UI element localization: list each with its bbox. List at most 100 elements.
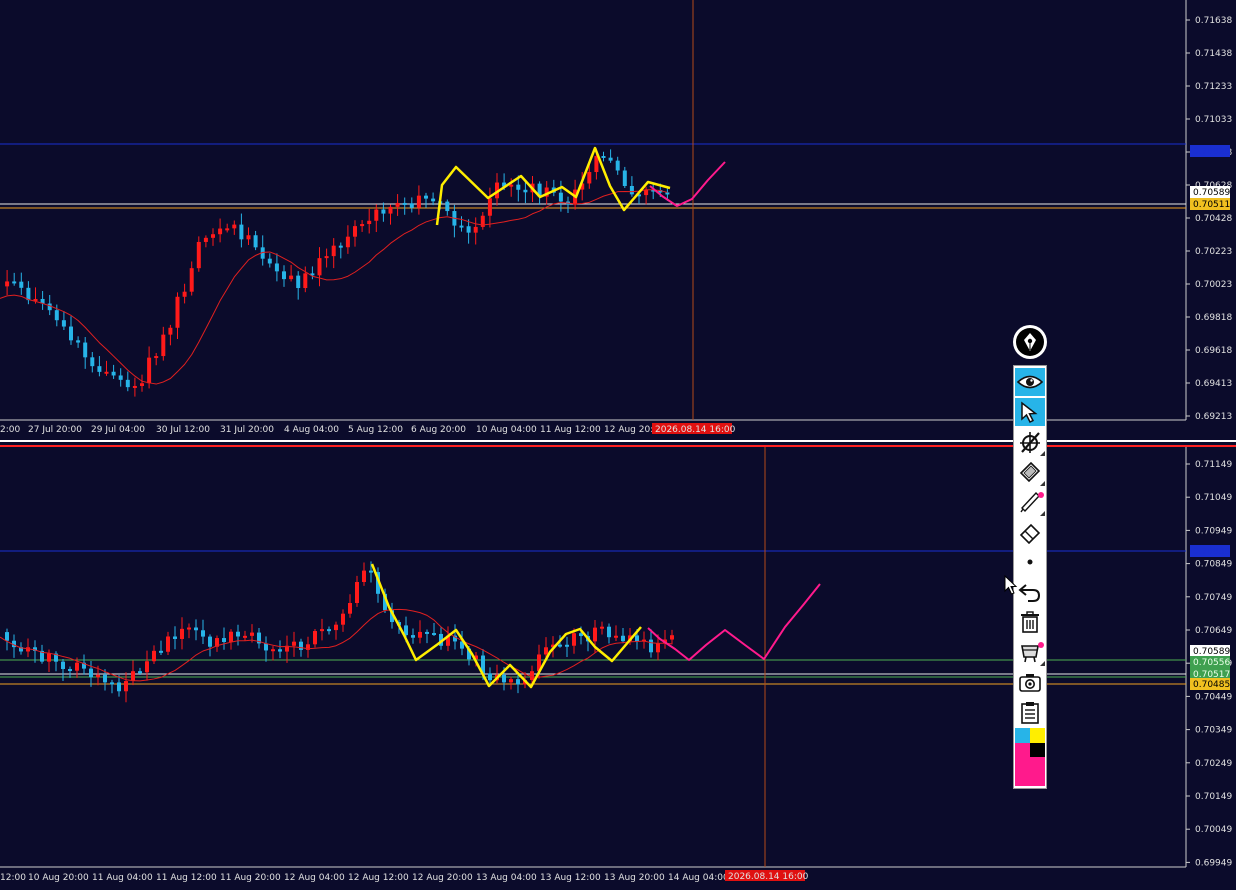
- color-swatch-yellow[interactable]: [1030, 728, 1045, 743]
- bottom-candle: [649, 639, 653, 653]
- top-chart-pane[interactable]: 0.716380.714380.712330.710330.708280.706…: [0, 0, 1236, 437]
- mouse-cursor-icon: [1004, 575, 1018, 595]
- top-candle: [90, 357, 95, 367]
- toggle-visibility-button[interactable]: [1015, 368, 1045, 396]
- bottom-candle: [600, 626, 604, 629]
- top-candle: [487, 198, 492, 216]
- bottom-candle: [278, 649, 282, 652]
- bottom-green-tag: 0.70556: [1193, 658, 1230, 668]
- color-swatch-blue[interactable]: [1015, 728, 1030, 743]
- top-time-label: 11 Aug 12:00: [540, 425, 601, 435]
- top-candle: [665, 192, 670, 195]
- screenshot-button[interactable]: [1015, 668, 1045, 696]
- bottom-price-label: 0.70949: [1195, 526, 1232, 536]
- bottom-candle: [250, 632, 254, 636]
- top-candle: [416, 195, 421, 208]
- drawing-toolbar: [1013, 365, 1047, 789]
- undo-icon: [1018, 584, 1041, 602]
- pen-tool-button[interactable]: [1013, 325, 1047, 359]
- bottom-candle: [131, 671, 135, 682]
- bottom-projection: [647, 583, 821, 661]
- bottom-candle: [61, 661, 65, 670]
- top-candle: [353, 226, 357, 237]
- top-candle: [26, 287, 31, 301]
- bottom-time-label: 11 Aug 04:00: [92, 873, 153, 883]
- crosshair-toggle-button[interactable]: [1015, 428, 1045, 456]
- top-time-label: 31 Jul 20:00: [220, 425, 274, 435]
- top-price-label: 0.71033: [1195, 115, 1232, 125]
- bottom-candle: [229, 631, 233, 642]
- pane-divider[interactable]: [0, 437, 1236, 447]
- bottom-candle: [89, 668, 93, 678]
- top-price-label: 0.71638: [1195, 16, 1232, 26]
- bottom-candle: [208, 636, 212, 647]
- fill-tool-button[interactable]: [1015, 458, 1045, 486]
- top-candle: [69, 326, 73, 341]
- bottom-price-chart[interactable]: 0.71149 0.71049 0.70949 0.70849 0.70749 0.706…: [0, 447, 1236, 890]
- top-candle: [125, 379, 130, 388]
- top-candle: [12, 281, 17, 284]
- bottom-candle: [243, 635, 247, 638]
- bottom-candle: [488, 673, 492, 681]
- top-candle: [61, 320, 66, 327]
- top-candle: [5, 281, 10, 287]
- undo-button[interactable]: [1015, 578, 1045, 606]
- pen-line-button[interactable]: [1015, 488, 1045, 516]
- bottom-zigzag: [370, 563, 642, 689]
- top-candle: [182, 291, 187, 297]
- bottom-candle: [138, 671, 142, 674]
- top-price-label: 0.71438: [1195, 49, 1232, 59]
- select-pointer-button[interactable]: [1015, 398, 1045, 426]
- bottom-candle: [68, 669, 72, 672]
- top-candle: [296, 275, 301, 289]
- top-candle: [97, 366, 102, 372]
- top-price-label: 0.69213: [1195, 412, 1232, 422]
- top-price-label: 0.69618: [1195, 346, 1232, 356]
- top-time-label: 4 Aug 04:00: [284, 425, 339, 435]
- bottom-chart-pane[interactable]: 0.71149 0.71049 0.70949 0.70849 0.70749 0.706…: [0, 447, 1236, 890]
- bottom-candle: [418, 631, 422, 638]
- bottom-candle: [502, 674, 506, 683]
- bottom-time-label: 12:00: [0, 873, 26, 883]
- top-candle: [622, 170, 627, 186]
- top-candle: [558, 192, 563, 202]
- delete-all-button[interactable]: [1015, 608, 1045, 636]
- crosshair-off-icon: [1020, 432, 1040, 453]
- top-price-label: 0.71233: [1195, 82, 1232, 92]
- bottom-time-label: 11 Aug 12:00: [156, 873, 217, 883]
- bottom-candle: [341, 613, 345, 625]
- clipboard-button[interactable]: [1015, 698, 1045, 726]
- color-swatch-pink[interactable]: [1015, 743, 1030, 757]
- top-time-label: 29 Jul 04:00: [91, 425, 145, 435]
- clipboard-icon: [1021, 702, 1039, 724]
- top-bid-tag: 0.70589: [1193, 188, 1230, 198]
- top-candle: [211, 234, 215, 238]
- eraser-button[interactable]: [1015, 518, 1045, 546]
- top-price-chart[interactable]: 0.716380.714380.712330.710330.708280.706…: [0, 0, 1236, 437]
- bottom-time-label: 12 Aug 12:00: [348, 873, 409, 883]
- bottom-price-label: 0.71149: [1195, 460, 1232, 470]
- eye-icon: [1017, 375, 1043, 389]
- color-swatch-black[interactable]: [1030, 743, 1045, 757]
- bottom-candle: [5, 632, 9, 641]
- top-candle: [388, 206, 393, 214]
- top-candle: [615, 160, 620, 171]
- top-candle: [409, 203, 414, 208]
- top-candle: [111, 371, 116, 376]
- top-candle: [395, 202, 400, 207]
- brush-size-button[interactable]: [1015, 548, 1045, 576]
- bottom-candle: [621, 635, 625, 642]
- bottom-price-label: 0.70149: [1195, 792, 1232, 802]
- bottom-candle: [320, 629, 324, 632]
- top-candle: [374, 209, 379, 221]
- bottom-price-label: 0.70349: [1195, 726, 1232, 736]
- bottom-candle: [299, 641, 303, 650]
- bottom-time-label: 13 Aug 20:00: [604, 873, 665, 883]
- color-palette[interactable]: [1015, 728, 1045, 786]
- fill-color-button[interactable]: [1015, 638, 1045, 666]
- bottom-time-label: 13 Aug 04:00: [476, 873, 537, 883]
- top-candle: [431, 198, 436, 202]
- top-candle: [331, 245, 336, 257]
- camera-icon: [1019, 674, 1041, 692]
- top-candle: [473, 226, 478, 233]
